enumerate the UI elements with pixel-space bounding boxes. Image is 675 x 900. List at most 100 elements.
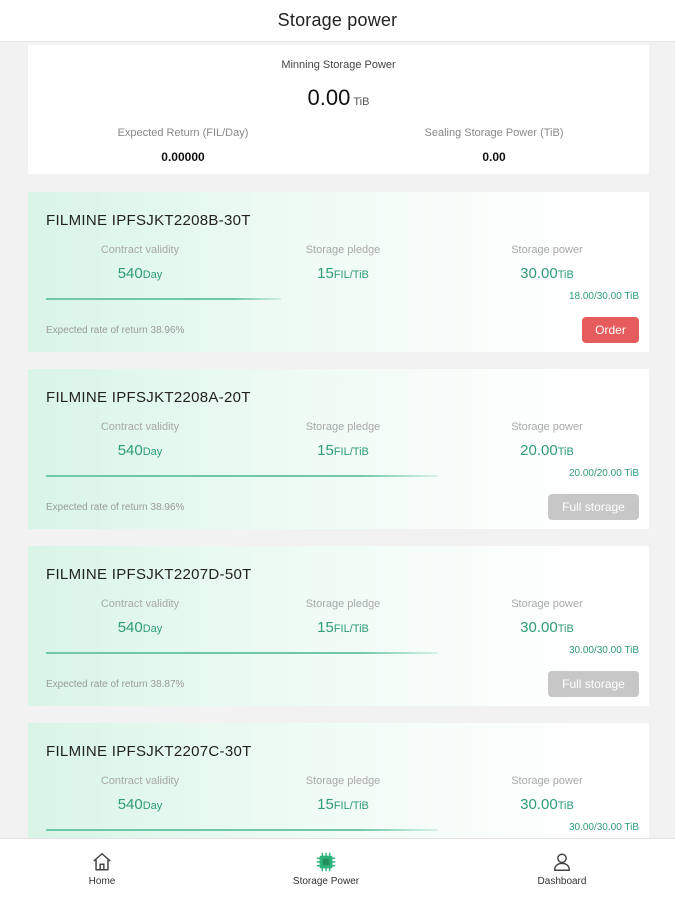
storage-power-unit: TiB bbox=[557, 446, 574, 458]
storage-pledge-number: 15 bbox=[317, 265, 334, 282]
contract-validity-number: 540 bbox=[117, 265, 143, 282]
home-icon bbox=[93, 853, 111, 871]
product-name: FILMINE IPFSJKT2207D-50T bbox=[46, 566, 252, 583]
contract-validity-unit: Day bbox=[142, 623, 163, 635]
tab-storage-power-label: Storage Power bbox=[292, 876, 360, 887]
sealing-storage-power-value: 0.00 bbox=[482, 150, 506, 164]
storage-power: Storage power 20.00TiB bbox=[452, 421, 642, 459]
contract-validity-unit: Day bbox=[142, 269, 163, 281]
storage-power-progress-text: 30.00/30.00 TiB bbox=[568, 822, 639, 833]
sealing-storage-power-label: Sealing Storage Power (TiB) bbox=[424, 127, 564, 139]
contract-validity-value: 540Day bbox=[45, 442, 235, 459]
contract-validity-value: 540Day bbox=[45, 619, 235, 636]
contract-validity: Contract validity 540Day bbox=[45, 421, 235, 459]
contract-validity: Contract validity 540Day bbox=[45, 598, 235, 636]
storage-pledge-label: Storage pledge bbox=[305, 421, 381, 433]
storage-power-label: Storage power bbox=[511, 244, 583, 256]
tab-dashboard[interactable]: Dashboard bbox=[507, 851, 617, 887]
product-name: FILMINE IPFSJKT2208B-30T bbox=[46, 212, 251, 229]
storage-power-value: 20.00TiB bbox=[452, 442, 642, 459]
storage-pledge-label: Storage pledge bbox=[305, 244, 381, 256]
tab-storage-power[interactable]: Storage Power bbox=[271, 851, 381, 887]
progress-fill bbox=[46, 475, 438, 477]
storage-pledge-label: Storage pledge bbox=[305, 598, 381, 610]
storage-power-unit: TiB bbox=[557, 269, 574, 281]
user-icon bbox=[553, 853, 571, 871]
storage-pledge-value: 15FIL/TiB bbox=[248, 619, 438, 636]
storage-power: Storage power 30.00TiB bbox=[452, 244, 642, 282]
storage-power-label: Storage power bbox=[511, 598, 583, 610]
storage-pledge-number: 15 bbox=[317, 619, 334, 636]
storage-pledge-value: 15FIL/TiB bbox=[248, 796, 438, 813]
storage-pledge-value: 15FIL/TiB bbox=[248, 265, 438, 282]
contract-validity-label: Contract validity bbox=[100, 244, 180, 256]
storage-power: Storage power 30.00TiB bbox=[452, 775, 642, 813]
storage-pledge-number: 15 bbox=[317, 796, 334, 813]
storage-power-unit: TiB bbox=[557, 800, 574, 812]
storage-power-value: 30.00TiB bbox=[452, 265, 642, 282]
expected-rate-of-return: Expected rate of return 38.87% bbox=[46, 679, 185, 690]
storage-power-number: 30.00 bbox=[520, 796, 558, 813]
contract-validity-unit: Day bbox=[142, 800, 163, 812]
mining-storage-power-value: 0.00 TiB bbox=[28, 85, 649, 111]
storage-pledge-number: 15 bbox=[317, 442, 334, 459]
progress-bar bbox=[46, 652, 438, 654]
mining-storage-power-unit: TiB bbox=[353, 96, 370, 108]
storage-pledge-unit: FIL/TiB bbox=[333, 446, 369, 458]
tab-home[interactable]: Home bbox=[47, 851, 157, 887]
product-name: FILMINE IPFSJKT2207C-30T bbox=[46, 743, 252, 760]
sealing-storage-power-block: Sealing Storage Power (TiB) 0.00 bbox=[339, 127, 649, 164]
product-name: FILMINE IPFSJKT2208A-20T bbox=[46, 389, 251, 406]
storage-summary-panel: Minning Storage Power 0.00 TiB Expected R… bbox=[28, 45, 649, 174]
storage-power-progress-text: 20.00/20.00 TiB bbox=[568, 468, 639, 479]
storage-power-progress-text: 18.00/30.00 TiB bbox=[568, 291, 639, 302]
storage-power-label: Storage power bbox=[511, 775, 583, 787]
storage-power-unit: TiB bbox=[557, 623, 574, 635]
storage-power-progress-text: 30.00/30.00 TiB bbox=[568, 645, 639, 656]
tab-dashboard-label: Dashboard bbox=[537, 876, 587, 887]
contract-validity: Contract validity 540Day bbox=[45, 775, 235, 813]
mining-storage-power-label: Minning Storage Power bbox=[281, 59, 396, 71]
contract-validity-label: Contract validity bbox=[100, 421, 180, 433]
contract-validity-label: Contract validity bbox=[100, 775, 180, 787]
contract-validity-number: 540 bbox=[117, 796, 143, 813]
tab-home-label: Home bbox=[88, 876, 116, 887]
storage-power: Storage power 30.00TiB bbox=[452, 598, 642, 636]
order-button[interactable]: Order bbox=[582, 317, 639, 343]
contract-validity-unit: Day bbox=[142, 446, 163, 458]
storage-pledge: Storage pledge 15FIL/TiB bbox=[248, 598, 438, 636]
progress-fill bbox=[46, 652, 438, 654]
storage-pledge-unit: FIL/TiB bbox=[333, 269, 369, 281]
expected-return-block: Expected Return (FIL/Day) 0.00000 bbox=[28, 127, 338, 164]
contract-validity-value: 540Day bbox=[45, 265, 235, 282]
progress-fill bbox=[46, 298, 282, 300]
storage-pledge-label: Storage pledge bbox=[305, 775, 381, 787]
contract-validity-value: 540Day bbox=[45, 796, 235, 813]
storage-power-value: 30.00TiB bbox=[452, 796, 642, 813]
progress-bar bbox=[46, 298, 438, 300]
product-card[interactable]: FILMINE IPFSJKT2208A-20T Contract validi… bbox=[28, 369, 649, 529]
storage-power-value: 30.00TiB bbox=[452, 619, 642, 636]
full-storage-button[interactable]: Full storage bbox=[548, 671, 639, 697]
progress-bar bbox=[46, 829, 438, 831]
storage-pledge-value: 15FIL/TiB bbox=[248, 442, 438, 459]
contract-validity-label: Contract validity bbox=[100, 598, 180, 610]
contract-validity-number: 540 bbox=[117, 442, 143, 459]
product-card[interactable]: FILMINE IPFSJKT2207D-50T Contract validi… bbox=[28, 546, 649, 706]
product-card[interactable]: FILMINE IPFSJKT2208B-30T Contract validi… bbox=[28, 192, 649, 352]
storage-pledge-unit: FIL/TiB bbox=[333, 800, 369, 812]
expected-rate-of-return: Expected rate of return 38.96% bbox=[46, 502, 185, 513]
storage-power-label: Storage power bbox=[511, 421, 583, 433]
storage-power-number: 30.00 bbox=[520, 265, 558, 282]
expected-return-value: 0.00000 bbox=[161, 150, 205, 164]
bottom-tab-bar: Home Storage Power Dashboard bbox=[0, 838, 675, 900]
page-title: Storage power bbox=[277, 10, 398, 30]
mining-storage-power-number: 0.00 bbox=[307, 85, 351, 110]
storage-power-number: 30.00 bbox=[520, 619, 558, 636]
storage-pledge-unit: FIL/TiB bbox=[333, 623, 369, 635]
progress-fill bbox=[46, 829, 438, 831]
contract-validity: Contract validity 540Day bbox=[45, 244, 235, 282]
full-storage-button[interactable]: Full storage bbox=[548, 494, 639, 520]
storage-pledge: Storage pledge 15FIL/TiB bbox=[248, 244, 438, 282]
storage-power-number: 20.00 bbox=[520, 442, 558, 459]
